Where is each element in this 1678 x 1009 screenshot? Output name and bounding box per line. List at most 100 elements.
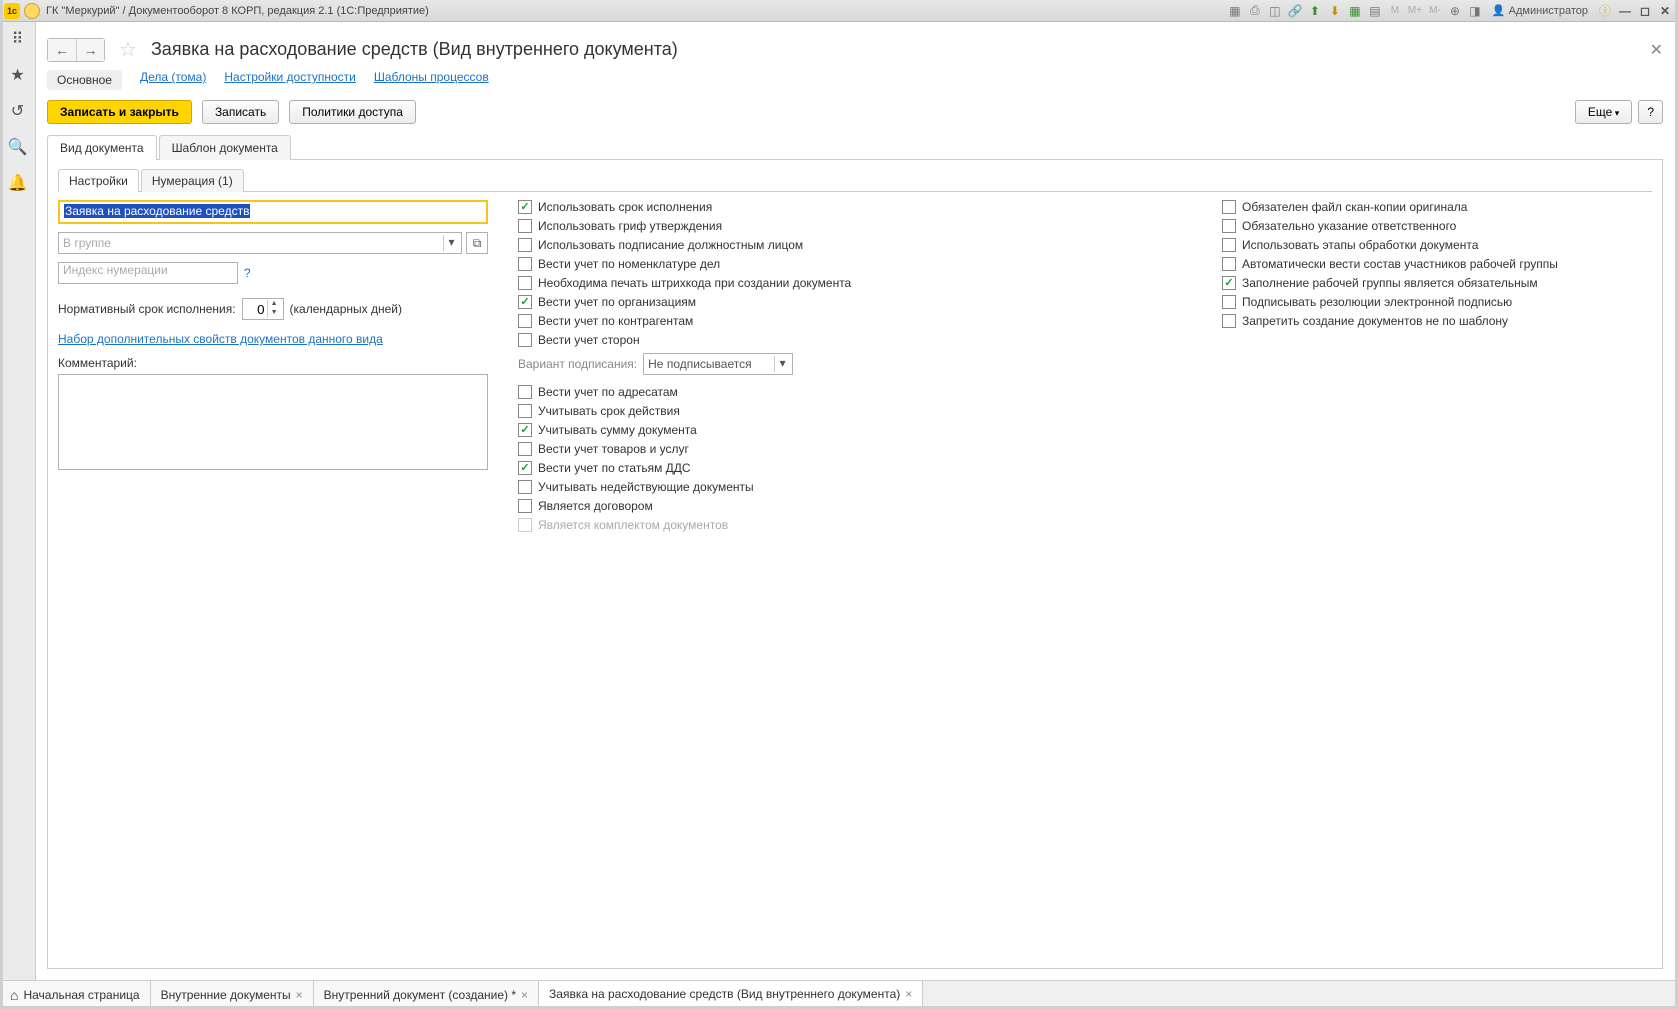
checkbox[interactable] <box>518 219 532 233</box>
checkbox[interactable] <box>518 385 532 399</box>
nav-back-button[interactable]: ← <box>48 39 76 61</box>
compare-icon[interactable]: ◫ <box>1266 2 1284 20</box>
tab-doc-type[interactable]: Вид документа <box>47 135 157 160</box>
check-item[interactable]: Использовать гриф утверждения <box>518 219 1192 233</box>
checkbox[interactable] <box>1222 295 1236 309</box>
name-field[interactable]: Заявка на расходование средств <box>58 200 488 224</box>
check-item[interactable]: Учитывать сумму документа <box>518 423 1192 437</box>
subtab-settings[interactable]: Настройки <box>58 169 139 192</box>
maximize-button[interactable]: ◻ <box>1636 2 1654 20</box>
close-icon[interactable]: × <box>905 987 912 1001</box>
check-item[interactable]: Обязателен файл скан-копии оригинала <box>1222 200 1652 214</box>
bell-icon[interactable]: 🔔 <box>7 172 29 194</box>
group-open-button[interactable]: ⧉ <box>466 232 488 254</box>
check-item[interactable]: Использовать подписание должностным лицо… <box>518 238 1192 252</box>
spin-down[interactable]: ▼ <box>267 309 281 318</box>
check-item[interactable]: Запретить создание документов не по шабл… <box>1222 314 1652 328</box>
index-help-icon[interactable]: ? <box>244 266 251 280</box>
star-icon[interactable]: ★ <box>7 64 29 86</box>
group-combo[interactable]: В группе ▾ <box>58 232 462 254</box>
save-button[interactable]: Записать <box>202 100 279 124</box>
close-icon[interactable]: × <box>521 988 528 1002</box>
section-link-access[interactable]: Настройки доступности <box>224 70 355 90</box>
checkbox[interactable] <box>518 442 532 456</box>
additional-props-link[interactable]: Набор дополнительных свойств документов … <box>58 332 383 346</box>
check-item[interactable]: Вести учет по номенклатуре дел <box>518 257 1192 271</box>
mem-mplus[interactable]: M+ <box>1406 2 1424 20</box>
section-link-main[interactable]: Основное <box>47 70 122 90</box>
checkbox[interactable] <box>1222 200 1236 214</box>
checkbox[interactable] <box>518 423 532 437</box>
check-item[interactable]: Вести учет по статьям ДДС <box>518 461 1192 475</box>
checkbox[interactable] <box>1222 314 1236 328</box>
close-tab-button[interactable]: ✕ <box>1650 40 1663 60</box>
favorite-toggle[interactable]: ☆ <box>119 37 137 62</box>
current-user[interactable]: 👤 Администратор <box>1492 4 1588 17</box>
check-item[interactable]: Вести учет по организациям <box>518 295 1192 309</box>
check-item[interactable]: Учитывать срок действия <box>518 404 1192 418</box>
check-item[interactable]: Вести учет по контрагентам <box>518 314 1192 328</box>
checkbox[interactable] <box>518 295 532 309</box>
taskbar-tab[interactable]: Внутренние документы× <box>151 981 314 1009</box>
apps-icon[interactable]: ⠿ <box>7 28 29 50</box>
comment-textarea[interactable] <box>58 374 488 470</box>
history-icon[interactable]: ↺ <box>7 100 29 122</box>
term-spinner[interactable]: ▲▼ <box>242 298 284 320</box>
close-window-button[interactable]: ✕ <box>1656 2 1674 20</box>
checkbox[interactable] <box>1222 219 1236 233</box>
download-icon[interactable]: ⬇ <box>1326 2 1344 20</box>
checkbox[interactable] <box>1222 276 1236 290</box>
help-button[interactable]: ? <box>1638 100 1663 124</box>
check-item[interactable]: Необходима печать штрихкода при создании… <box>518 276 1192 290</box>
taskbar-tab[interactable]: Заявка на расходование средств (Вид внут… <box>539 981 923 1009</box>
minimize-button[interactable]: — <box>1616 2 1634 20</box>
calc-icon[interactable]: ▤ <box>1366 2 1384 20</box>
checkbox[interactable] <box>1222 238 1236 252</box>
check-item[interactable]: Является договором <box>518 499 1192 513</box>
app-menu-icon[interactable] <box>24 3 40 19</box>
subtab-numbering[interactable]: Нумерация (1) <box>141 169 244 192</box>
chevron-down-icon[interactable]: ▾ <box>443 235 459 251</box>
check-item[interactable]: Использовать срок исполнения <box>518 200 1192 214</box>
check-item[interactable]: Вести учет сторон <box>518 333 1192 347</box>
taskbar-tab[interactable]: ⌂Начальная страница <box>0 981 151 1009</box>
index-field[interactable]: Индекс нумерации <box>58 262 238 284</box>
section-link-processes[interactable]: Шаблоны процессов <box>374 70 489 90</box>
checkbox[interactable] <box>1222 257 1236 271</box>
link-icon[interactable]: 🔗 <box>1286 2 1304 20</box>
zoom-icon[interactable]: ⊕ <box>1446 2 1464 20</box>
policies-button[interactable]: Политики доступа <box>289 100 416 124</box>
taskbar-tab[interactable]: Внутренний документ (создание) *× <box>314 981 539 1009</box>
checkbox[interactable] <box>518 276 532 290</box>
check-item[interactable]: Использовать этапы обработки документа <box>1222 238 1652 252</box>
checkbox[interactable] <box>518 404 532 418</box>
check-item[interactable]: Заполнение рабочей группы является обяза… <box>1222 276 1652 290</box>
checkbox[interactable] <box>518 480 532 494</box>
checkbox[interactable] <box>518 238 532 252</box>
checkbox[interactable] <box>518 200 532 214</box>
chevron-down-icon[interactable]: ▾ <box>774 356 790 372</box>
check-item[interactable]: Вести учет товаров и услуг <box>518 442 1192 456</box>
check-item[interactable]: Учитывать недействующие документы <box>518 480 1192 494</box>
search-icon[interactable]: 🔍 <box>7 136 29 158</box>
tab-doc-template[interactable]: Шаблон документа <box>159 135 291 160</box>
close-icon[interactable]: × <box>296 988 303 1002</box>
check-item[interactable]: Вести учет по адресатам <box>518 385 1192 399</box>
checkbox[interactable] <box>518 257 532 271</box>
panels-icon[interactable]: ◨ <box>1466 2 1484 20</box>
upload-icon[interactable]: ⬆ <box>1306 2 1324 20</box>
nav-forward-button[interactable]: → <box>76 39 104 61</box>
more-button[interactable]: Еще <box>1575 100 1632 124</box>
checkbox[interactable] <box>518 314 532 328</box>
section-link-cases[interactable]: Дела (тома) <box>140 70 206 90</box>
mem-m[interactable]: M <box>1386 2 1404 20</box>
mem-mminus[interactable]: M- <box>1426 2 1444 20</box>
info-icon[interactable]: ⓘ <box>1596 2 1614 20</box>
save-close-button[interactable]: Записать и закрыть <box>47 100 192 124</box>
toolbar-icon-1[interactable]: ▦ <box>1226 2 1244 20</box>
checkbox[interactable] <box>518 499 532 513</box>
check-item[interactable]: Обязательно указание ответственного <box>1222 219 1652 233</box>
print-icon[interactable]: ⎙ <box>1246 2 1264 20</box>
check-item[interactable]: Подписывать резолюции электронной подпис… <box>1222 295 1652 309</box>
calendar-icon[interactable]: ▦ <box>1346 2 1364 20</box>
